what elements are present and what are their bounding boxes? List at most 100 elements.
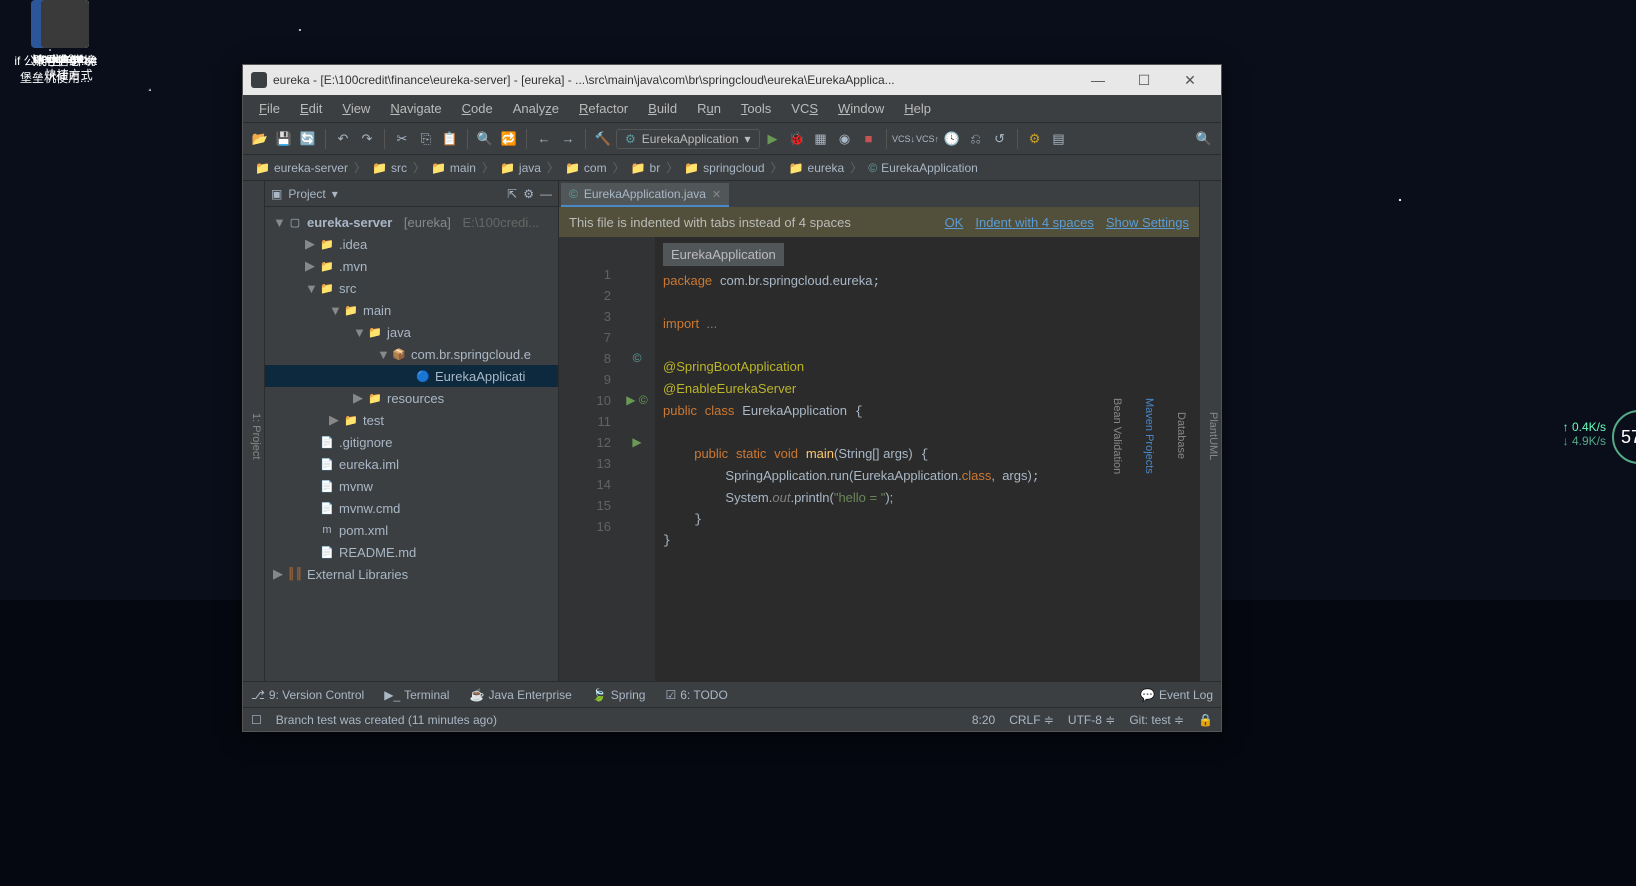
tree-arrow[interactable]: ▼ bbox=[305, 281, 315, 296]
tree-item[interactable]: ▼📁java bbox=[265, 321, 558, 343]
tree-item[interactable]: 📄mvnw.cmd bbox=[265, 497, 558, 519]
profile-icon[interactable]: ◉ bbox=[834, 128, 856, 150]
vcs-update-icon[interactable]: VCS↓ bbox=[893, 128, 915, 150]
tree-item[interactable]: ▼📦com.br.springcloud.e bbox=[265, 343, 558, 365]
breadcrumb-item[interactable]: 📁eureka bbox=[783, 161, 851, 175]
rollback-icon[interactable]: ↺ bbox=[989, 128, 1011, 150]
menu-help[interactable]: Help bbox=[894, 97, 941, 120]
tree-arrow[interactable]: ▼ bbox=[377, 347, 387, 362]
stop-icon[interactable]: ■ bbox=[858, 128, 880, 150]
replace-icon[interactable]: 🔁 bbox=[498, 128, 520, 150]
history-icon[interactable]: 🕓 bbox=[941, 128, 963, 150]
redo-icon[interactable]: ↷ bbox=[356, 128, 378, 150]
search-icon[interactable]: 🔍 bbox=[1193, 128, 1215, 150]
tool-vcs[interactable]: ⎇9: Version Control bbox=[251, 688, 364, 702]
tool-database[interactable]: Database bbox=[1173, 406, 1189, 465]
tree-item[interactable]: 📄.gitignore bbox=[265, 431, 558, 453]
tree-arrow[interactable]: ▶ bbox=[329, 412, 339, 428]
tool-bean[interactable]: Bean Validation bbox=[1109, 392, 1125, 480]
back-icon[interactable]: ← bbox=[533, 128, 555, 150]
debug-icon[interactable]: 🐞 bbox=[786, 128, 808, 150]
tree-item[interactable]: mpom.xml bbox=[265, 519, 558, 541]
tree-arrow[interactable]: ▶ bbox=[305, 236, 315, 252]
cut-icon[interactable]: ✂ bbox=[391, 128, 413, 150]
run-config-selector[interactable]: ⚙ EurekaApplication ▾ bbox=[616, 129, 760, 149]
lock-icon[interactable]: 🔒 bbox=[1198, 713, 1213, 727]
menu-window[interactable]: Window bbox=[828, 97, 894, 120]
tree-item[interactable]: ▶📁.mvn bbox=[265, 255, 558, 277]
breadcrumb-item[interactable]: ©EurekaApplication bbox=[862, 161, 984, 175]
breadcrumb-item[interactable]: 📁com bbox=[559, 161, 613, 175]
tree-arrow[interactable]: ▼ bbox=[353, 325, 363, 340]
tree-item[interactable]: 📄eureka.iml bbox=[265, 453, 558, 475]
line-ending[interactable]: CRLF ≑ bbox=[1009, 713, 1054, 727]
notif-settings-link[interactable]: Show Settings bbox=[1106, 215, 1189, 230]
menu-code[interactable]: Code bbox=[452, 97, 503, 120]
tree-item[interactable]: ▼📁main bbox=[265, 299, 558, 321]
titlebar[interactable]: eureka - [E:\100credit\finance\eureka-se… bbox=[243, 65, 1221, 95]
encoding[interactable]: UTF-8 ≑ bbox=[1068, 713, 1115, 727]
chevron-right-icon[interactable]: ▶ bbox=[273, 566, 283, 582]
spring-icon[interactable]: © bbox=[619, 348, 655, 369]
settings-icon[interactable]: ⚙ bbox=[1024, 128, 1046, 150]
run-gutter-icon[interactable]: ▶ © bbox=[619, 390, 655, 411]
git-branch[interactable]: Git: test ≑ bbox=[1129, 713, 1184, 727]
tool-todo[interactable]: ☑6: TODO bbox=[665, 688, 727, 702]
run-gutter-icon[interactable]: ▶ bbox=[619, 432, 655, 453]
cursor-position[interactable]: 8:20 bbox=[972, 713, 995, 727]
tree-arrow[interactable]: ▶ bbox=[353, 390, 363, 406]
tree-item[interactable]: ▶📁.idea bbox=[265, 233, 558, 255]
gear-icon[interactable]: ⚙ bbox=[523, 187, 534, 201]
menu-analyze[interactable]: Analyze bbox=[503, 97, 569, 120]
menu-run[interactable]: Run bbox=[687, 97, 731, 120]
menu-file[interactable]: File bbox=[249, 97, 290, 120]
breadcrumb-item[interactable]: 📁springcloud bbox=[678, 161, 770, 175]
vcs-commit-icon[interactable]: VCS↑ bbox=[917, 128, 939, 150]
notif-ok-link[interactable]: OK bbox=[945, 215, 964, 230]
find-icon[interactable]: 🔍 bbox=[474, 128, 496, 150]
breadcrumb-item[interactable]: 📁java bbox=[494, 161, 547, 175]
tree-item[interactable]: 📄mvnw bbox=[265, 475, 558, 497]
menu-view[interactable]: View bbox=[332, 97, 380, 120]
tree-arrow[interactable]: ▼ bbox=[329, 303, 339, 318]
menu-refactor[interactable]: Refactor bbox=[569, 97, 638, 120]
structure-icon[interactable]: ▤ bbox=[1048, 128, 1070, 150]
tree-external[interactable]: ▶ ║║ External Libraries bbox=[265, 563, 558, 585]
menu-tools[interactable]: Tools bbox=[731, 97, 781, 120]
tree-item[interactable]: 🔵EurekaApplicati bbox=[265, 365, 558, 387]
editor-tab[interactable]: © EurekaApplication.java ✕ bbox=[561, 183, 729, 207]
menu-build[interactable]: Build bbox=[638, 97, 687, 120]
tool-spring[interactable]: 🍃Spring bbox=[592, 688, 646, 702]
chevron-down-icon[interactable]: ▾ bbox=[332, 187, 338, 201]
tool-project[interactable]: 1: Project bbox=[248, 407, 264, 465]
tool-terminal[interactable]: ▶_Terminal bbox=[384, 688, 449, 702]
tool-plantuml[interactable]: PlantUML bbox=[1205, 406, 1221, 466]
menu-vcs[interactable]: VCS bbox=[781, 97, 828, 120]
breadcrumb-item[interactable]: 📁eureka-server bbox=[249, 161, 354, 175]
desktop-icon[interactable]: newbranc... bbox=[20, 0, 110, 66]
network-widget[interactable]: ↑ 0.4K/s ↓ 4.9K/s 57% bbox=[1563, 420, 1606, 448]
breadcrumb-item[interactable]: 📁main bbox=[425, 161, 482, 175]
coverage-icon[interactable]: ▦ bbox=[810, 128, 832, 150]
revert-icon[interactable]: ⎌ bbox=[965, 128, 987, 150]
sync-icon[interactable]: 🔄 bbox=[297, 128, 319, 150]
menu-edit[interactable]: Edit bbox=[290, 97, 332, 120]
menu-navigate[interactable]: Navigate bbox=[380, 97, 451, 120]
paste-icon[interactable]: 📋 bbox=[439, 128, 461, 150]
run-icon[interactable]: ▶ bbox=[762, 128, 784, 150]
collapse-icon[interactable]: ⇱ bbox=[507, 187, 517, 201]
copy-icon[interactable]: ⎘ bbox=[415, 128, 437, 150]
undo-icon[interactable]: ↶ bbox=[332, 128, 354, 150]
tree-item[interactable]: ▼📁src bbox=[265, 277, 558, 299]
minimize-button[interactable]: — bbox=[1075, 65, 1121, 95]
tree-item[interactable]: ▶📁resources bbox=[265, 387, 558, 409]
build-icon[interactable]: 🔨 bbox=[592, 128, 614, 150]
event-log[interactable]: 💬Event Log bbox=[1140, 688, 1213, 702]
tree-arrow[interactable]: ▶ bbox=[305, 258, 315, 274]
forward-icon[interactable]: → bbox=[557, 128, 579, 150]
close-icon[interactable]: ✕ bbox=[712, 188, 721, 201]
save-icon[interactable]: 💾 bbox=[273, 128, 295, 150]
notif-indent-link[interactable]: Indent with 4 spaces bbox=[975, 215, 1094, 230]
hide-icon[interactable]: — bbox=[540, 187, 552, 201]
tool-javaee[interactable]: ☕Java Enterprise bbox=[469, 688, 571, 702]
